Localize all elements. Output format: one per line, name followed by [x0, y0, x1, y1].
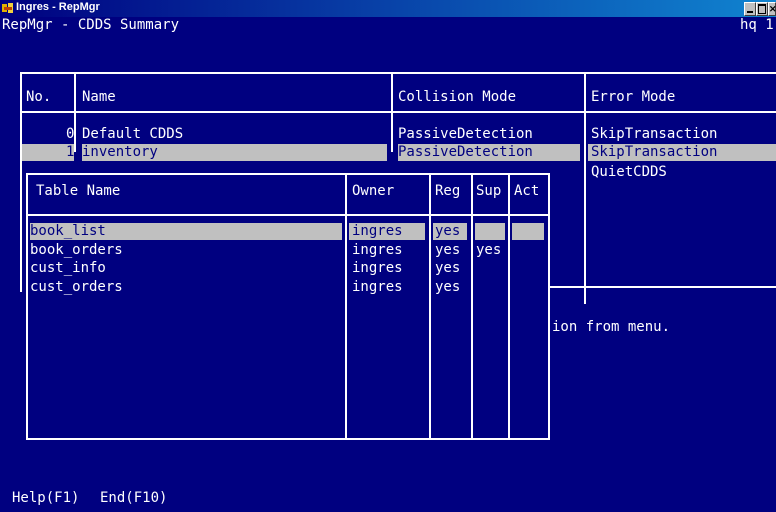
- table-reg: yes: [435, 242, 461, 258]
- popup-col-header-act: Act: [514, 183, 540, 199]
- cdds-col-divider-2: [391, 72, 393, 152]
- popup-col-header-table-name: Table Name: [36, 183, 121, 199]
- table-name: book_list: [30, 223, 106, 239]
- maximize-button[interactable]: [756, 2, 768, 16]
- cdds-table-left-border: [20, 72, 22, 292]
- table-owner: ingres: [352, 242, 403, 258]
- error-mode-option[interactable]: QuietCDDS: [591, 164, 667, 181]
- window-title: Ingres - RepMgr: [16, 1, 100, 13]
- window-title-bar[interactable]: Ingres - RepMgr ✕: [0, 0, 776, 17]
- cdds-error-mode: SkipTransaction: [591, 126, 718, 142]
- cdds-table-top-border: [20, 72, 776, 74]
- popup-col-divider-4: [508, 173, 510, 440]
- table-owner: ingres: [352, 223, 403, 239]
- table-owner: ingres: [352, 279, 403, 295]
- cdds-collision-mode: PassiveDetection: [398, 126, 533, 142]
- cdds-name: inventory: [82, 144, 158, 160]
- row-highlight: [512, 223, 544, 240]
- popup-col-divider-3: [471, 173, 473, 440]
- maximize-icon: [758, 4, 766, 14]
- minimize-icon: [747, 11, 753, 13]
- host-label: hq 1(: [740, 17, 776, 33]
- table-reg: yes: [435, 260, 461, 276]
- table-owner: ingres: [352, 260, 403, 276]
- help-menu-item[interactable]: Help(F1): [12, 490, 79, 507]
- minimize-button[interactable]: [744, 2, 756, 16]
- cdds-collision-mode: PassiveDetection: [398, 144, 533, 160]
- cdds-no: 0: [66, 126, 75, 142]
- table-reg: yes: [435, 279, 461, 295]
- col-header-error-mode: Error Mode: [591, 89, 676, 105]
- ingres-app-icon: [2, 3, 13, 13]
- table-name: cust_info: [30, 260, 106, 276]
- col-header-name: Name: [82, 89, 116, 105]
- cdds-col-divider-3: [584, 72, 586, 304]
- popup-col-divider-1: [345, 173, 347, 440]
- col-header-collision-mode: Collision Mode: [398, 89, 517, 105]
- row-highlight: [475, 223, 505, 240]
- terminal-screen: RepMgr - CDDS Summary hq 1( No. Name Col…: [0, 17, 776, 512]
- end-menu-item[interactable]: End(F10): [100, 490, 167, 507]
- col-header-no: No.: [26, 89, 52, 105]
- popup-col-divider-2: [429, 173, 431, 440]
- popup-col-header-sup: Sup: [476, 183, 502, 199]
- table-name: book_orders: [30, 242, 123, 258]
- cdds-table-bottom-border: [548, 286, 776, 288]
- table-reg: yes: [435, 223, 461, 239]
- cdds-name: Default CDDS: [82, 126, 184, 142]
- cdds-header-divider: [20, 111, 776, 113]
- table-sup: yes: [476, 242, 502, 258]
- table-name: cust_orders: [30, 279, 123, 295]
- popup-col-header-reg: Reg: [435, 183, 461, 199]
- popup-col-header-owner: Owner: [352, 183, 395, 199]
- close-icon: ✕: [769, 4, 776, 14]
- cdds-error-mode: SkipTransaction: [591, 144, 718, 160]
- status-message: ion from menu.: [552, 319, 671, 335]
- close-button[interactable]: ✕: [768, 2, 776, 16]
- cdds-no: 1: [66, 144, 75, 160]
- screen-title: RepMgr - CDDS Summary: [2, 17, 180, 33]
